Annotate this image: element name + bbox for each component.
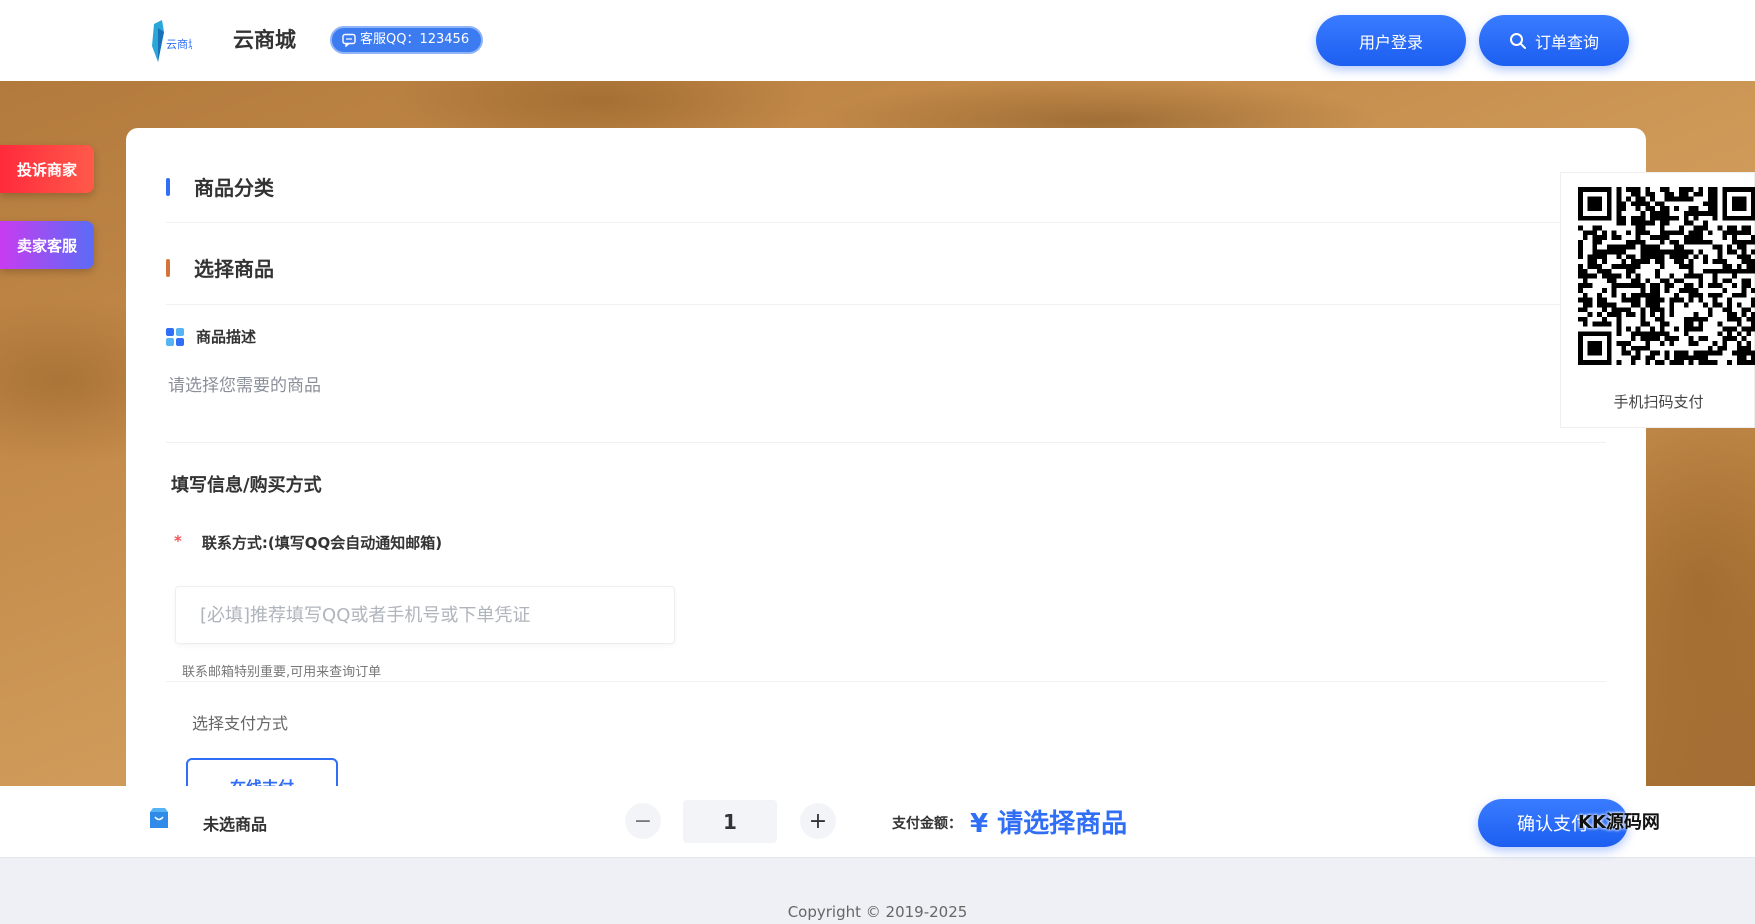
payment-qr-code	[1578, 187, 1755, 365]
contact-label-text: 联系方式:(填写QQ会自动通知邮箱)	[201, 534, 443, 552]
contact-label: * 联系方式:(填写QQ会自动通知邮箱)	[174, 532, 442, 553]
top-header: 云商城 云商城 客服QQ：123456 用户登录 订单查询	[0, 0, 1755, 81]
pay-option-online[interactable]: 在线支付	[186, 758, 338, 788]
order-query-button[interactable]: 订单查询	[1479, 15, 1629, 66]
qq-badge-text: 客服QQ：123456	[360, 32, 470, 47]
shopping-bag-icon	[150, 808, 168, 828]
main-card: 商品分类 选择商品 商品描述 请选择您需要的商品 填写信息/购买方式 * 联系方…	[126, 128, 1646, 788]
description-text: 请选择您需要的商品	[168, 376, 321, 396]
qr-caption: 手机扫码支付	[1613, 393, 1704, 411]
seller-service-tag[interactable]: 卖家客服	[0, 221, 94, 269]
divider	[166, 442, 1606, 443]
qr-modules	[1578, 187, 1755, 365]
fill-info-title: 填写信息/购买方式	[171, 475, 322, 496]
contact-hint: 联系邮箱特别重要,可用来查询订单	[182, 665, 382, 680]
copyright: Copyright © 2019-2025	[787, 903, 968, 921]
contact-input[interactable]	[175, 586, 675, 644]
chat-icon	[342, 33, 356, 47]
pay-method-label: 选择支付方式	[192, 714, 289, 733]
complain-merchant-tag[interactable]: 投诉商家	[0, 145, 94, 193]
quantity-plus-button[interactable]: +	[800, 803, 836, 839]
category-section-title[interactable]: 商品分类	[166, 172, 274, 201]
amount-value: ¥ 请选择商品	[970, 809, 1128, 839]
user-login-label: 用户登录	[1358, 32, 1423, 52]
divider	[166, 681, 1606, 682]
site-name: 云商城	[233, 28, 296, 52]
grid-icon	[166, 327, 184, 346]
select-goods-section-title[interactable]: 选择商品	[166, 253, 274, 282]
watermark: KK源码网	[1578, 812, 1660, 833]
category-bar	[166, 177, 170, 196]
quantity-minus-button[interactable]: −	[625, 803, 661, 839]
selected-item-text: 未选商品	[203, 815, 268, 834]
qq-support-badge[interactable]: 客服QQ：123456	[330, 26, 484, 54]
category-title-text: 商品分类	[194, 176, 274, 200]
amount-label: 支付金额：	[892, 816, 962, 832]
select-goods-title-text: 选择商品	[194, 257, 274, 281]
divider	[166, 222, 1606, 223]
bottom-checkout-bar: 未选商品 − 1 + 支付金额： ¥ 请选择商品 确认支付 KK源码网	[0, 786, 1755, 858]
order-query-label: 订单查询	[1534, 32, 1599, 52]
qr-panel: 手机扫码支付	[1560, 172, 1755, 428]
description-title: 商品描述	[166, 326, 256, 347]
divider	[166, 304, 1606, 305]
quantity-input[interactable]: 1	[683, 800, 777, 843]
site-logo[interactable]: 云商城	[146, 18, 192, 66]
logo-text: 云商城	[166, 37, 192, 51]
required-mark: *	[174, 532, 182, 550]
user-login-button[interactable]: 用户登录	[1316, 15, 1466, 66]
goods-bar	[166, 258, 170, 277]
search-icon	[1509, 32, 1526, 49]
description-title-text: 商品描述	[196, 328, 257, 346]
